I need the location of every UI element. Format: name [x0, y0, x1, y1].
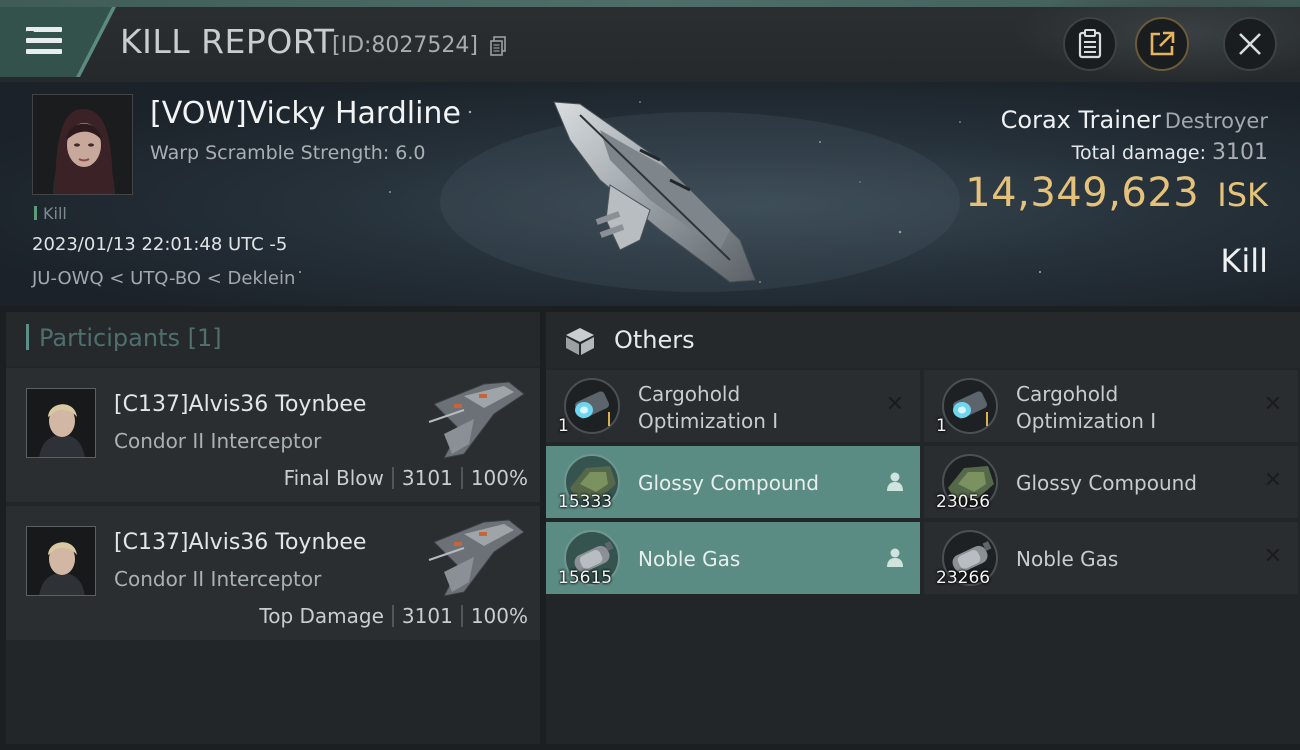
participant-damage: 3101 [401, 466, 453, 490]
victim-ship-info: Corax Trainer Destroyer [1001, 106, 1268, 134]
item-quantity: 1 [936, 416, 947, 436]
participant-stats: Final Blow 3101 100% [284, 466, 528, 490]
participant-ship-image[interactable] [424, 512, 534, 600]
total-damage-value: 3101 [1212, 140, 1268, 165]
warp-scramble-strength: Warp Scramble Strength: 6.0 [150, 142, 426, 164]
separator [460, 467, 463, 489]
cargohold-rig-icon [942, 378, 998, 434]
item-name-line2: Optimization I [638, 409, 779, 433]
ship-class: Destroyer [1164, 109, 1268, 133]
destroyed-x-icon: ✕ [885, 392, 905, 417]
item-cell-dropped[interactable]: 15615 Noble Gas [546, 522, 920, 594]
item-cell[interactable]: 1 Cargohold Optimization I ✕ [924, 370, 1298, 442]
participant-portrait[interactable] [26, 526, 96, 596]
close-button[interactable] [1223, 17, 1277, 71]
participant-card[interactable]: [C137]Alvis36 Toynbee Condor II Intercep… [6, 506, 540, 640]
result-label: Kill [1220, 242, 1268, 280]
participant-ship: Condor II Interceptor [114, 567, 322, 591]
kill-location[interactable]: JU-OWQ < UTQ-BO < Deklein [32, 268, 295, 289]
close-icon [1239, 33, 1261, 55]
participant-role: Final Blow [283, 466, 384, 490]
window-header: KILL REPORT [ID:8027524] [0, 0, 1300, 82]
report-id: [ID:8027524] [332, 33, 478, 58]
participant-damage: 3101 [401, 604, 453, 628]
item-quantity: 15615 [558, 568, 613, 588]
victim-portrait[interactable] [32, 94, 133, 195]
cargohold-rig-icon [564, 378, 620, 434]
item-cell[interactable]: 23266 Noble Gas ✕ [924, 522, 1298, 594]
item-cell-dropped[interactable]: 15333 Glossy Compound [546, 446, 920, 518]
clipboard-icon [1078, 29, 1102, 59]
item-cell[interactable]: 1 Cargohold Optimization I ✕ [546, 370, 920, 442]
item-name: Cargohold [638, 382, 741, 406]
participants-title: Participants [1] [26, 324, 222, 352]
kill-timestamp: 2023/01/13 22:01:48 UTC -5 [32, 234, 288, 255]
clipboard-button[interactable] [1063, 17, 1117, 71]
participants-panel: Participants [1] [C137]Alvis36 Toynbee C… [6, 312, 540, 744]
item-name: Noble Gas [1016, 547, 1119, 571]
victim-ship-image[interactable] [540, 90, 770, 290]
item-name: Glossy Compound [1016, 471, 1197, 495]
isk-value-line: 14,349,623 ISK [965, 170, 1268, 216]
ship-name[interactable]: Corax Trainer [1001, 106, 1161, 134]
destroyed-x-icon: ✕ [1263, 544, 1283, 569]
pilot-portrait-image [27, 389, 95, 457]
item-cell[interactable]: 23056 Glossy Compound ✕ [924, 446, 1298, 518]
item-quantity: 23266 [936, 568, 991, 588]
separator [391, 605, 394, 627]
hamburger-menu-icon[interactable] [26, 27, 62, 55]
item-name: Glossy Compound [638, 471, 819, 495]
item-quantity: 23056 [936, 492, 991, 512]
item-name-line2: Optimization I [1016, 409, 1157, 433]
total-damage-label: Total damage: [1071, 142, 1206, 164]
share-icon [1150, 31, 1175, 56]
destroyed-x-icon: ✕ [1263, 468, 1283, 493]
victim-name[interactable]: [VOW]Vicky Hardline [150, 96, 461, 131]
separator [460, 605, 463, 627]
pilot-portrait-image [33, 95, 132, 194]
total-damage: Total damage: 3101 [1072, 140, 1268, 165]
others-header: Others [546, 312, 1300, 368]
separator [391, 467, 394, 489]
isk-unit: ISK [1217, 176, 1268, 214]
participant-percent: 100% [470, 604, 528, 628]
destroyed-x-icon: ✕ [1263, 392, 1283, 417]
share-button[interactable] [1135, 17, 1189, 71]
person-icon [887, 548, 903, 567]
participants-header: Participants [1] [6, 312, 540, 366]
person-icon [887, 472, 903, 491]
pilot-portrait-image [27, 527, 95, 595]
item-quantity: 1 [558, 416, 569, 436]
participant-stats: Top Damage 3101 100% [259, 604, 528, 628]
cargo-box-icon [566, 328, 594, 355]
isk-value: 14,349,623 [965, 170, 1200, 216]
copy-icon[interactable] [490, 36, 506, 56]
participant-name[interactable]: [C137]Alvis36 Toynbee [114, 530, 366, 555]
kill-summary-banner: [VOW]Vicky Hardline Warp Scramble Streng… [0, 82, 1300, 306]
item-quantity: 15333 [558, 492, 613, 512]
participant-card[interactable]: [C137]Alvis36 Toynbee Condor II Intercep… [6, 368, 540, 502]
participant-name[interactable]: [C137]Alvis36 Toynbee [114, 392, 366, 417]
participant-ship-image[interactable] [424, 374, 534, 462]
participant-percent: 100% [470, 466, 528, 490]
kill-tag: Kill [34, 204, 67, 223]
others-title: Others [614, 326, 695, 354]
others-items-grid: 1 Cargohold Optimization I ✕ 1 Cargohold… [546, 368, 1300, 744]
participant-portrait[interactable] [26, 388, 96, 458]
page-title: KILL REPORT [120, 22, 335, 61]
item-name: Cargohold [1016, 382, 1119, 406]
item-name: Noble Gas [638, 547, 741, 571]
participant-role: Top Damage [259, 604, 384, 628]
participant-ship: Condor II Interceptor [114, 429, 322, 453]
